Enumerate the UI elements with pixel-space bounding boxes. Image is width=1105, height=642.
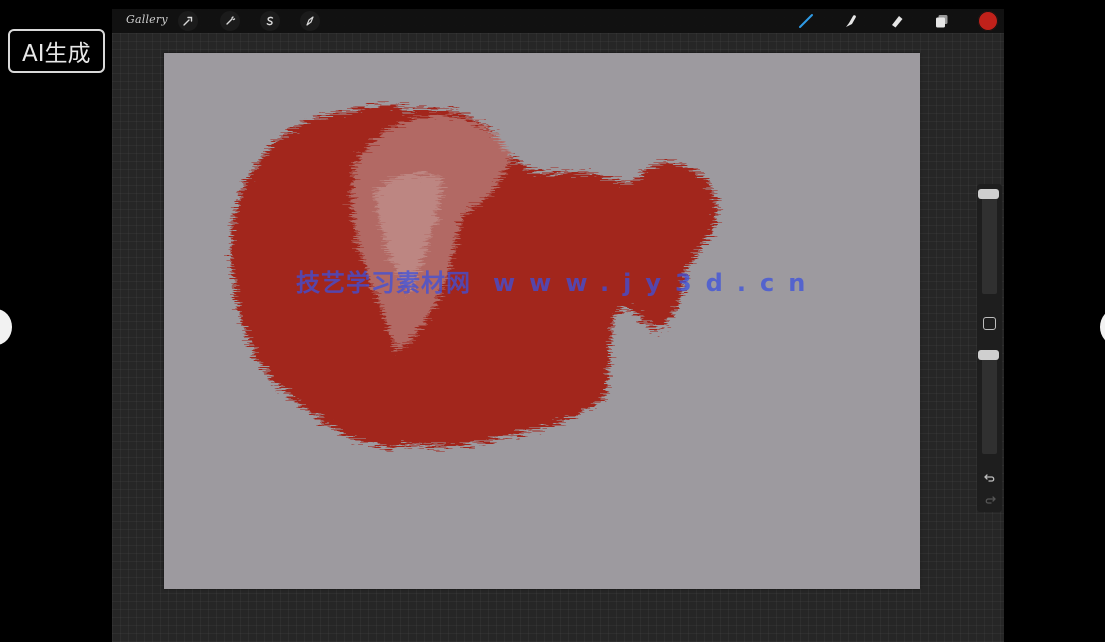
next-arrow-button[interactable]: [1100, 309, 1105, 345]
watermark-cn: 技艺学习素材网: [296, 269, 471, 297]
modify-button[interactable]: [983, 317, 996, 330]
transform-icon[interactable]: [300, 11, 320, 31]
smudge-icon[interactable]: [840, 11, 862, 31]
watermark: 技艺学习素材网 www.jy3d.cn: [296, 263, 819, 298]
screen: Gallery 技艺学习素材网 www.jy3d.cn AI生成: [0, 0, 1105, 642]
eraser-icon[interactable]: [886, 11, 908, 31]
paint-layer: [230, 105, 716, 447]
selection-icon[interactable]: [260, 11, 280, 31]
procreate-app: Gallery 技艺学习素材网 www.jy3d.cn: [112, 9, 1004, 642]
opacity-thumb[interactable]: [978, 350, 999, 360]
opacity-slider[interactable]: [982, 354, 997, 454]
gallery-button[interactable]: Gallery: [126, 13, 168, 26]
redo-icon[interactable]: [983, 492, 997, 506]
undo-icon[interactable]: [983, 470, 997, 484]
wrench-icon[interactable]: [178, 11, 198, 31]
drawing-canvas[interactable]: [164, 53, 920, 589]
brush-size-slider[interactable]: [982, 194, 997, 294]
layers-icon[interactable]: [931, 11, 953, 31]
ai-generated-badge: AI生成: [8, 29, 105, 73]
brush-icon[interactable]: [795, 11, 817, 31]
top-toolbar: Gallery: [112, 9, 1004, 33]
previous-arrow-button[interactable]: [0, 309, 12, 345]
magic-wand-icon[interactable]: [220, 11, 240, 31]
color-picker-button[interactable]: [978, 11, 998, 31]
watermark-url: www.jy3d.cn: [493, 269, 820, 297]
brush-size-thumb[interactable]: [978, 189, 999, 199]
right-sidebar: [977, 184, 1002, 512]
